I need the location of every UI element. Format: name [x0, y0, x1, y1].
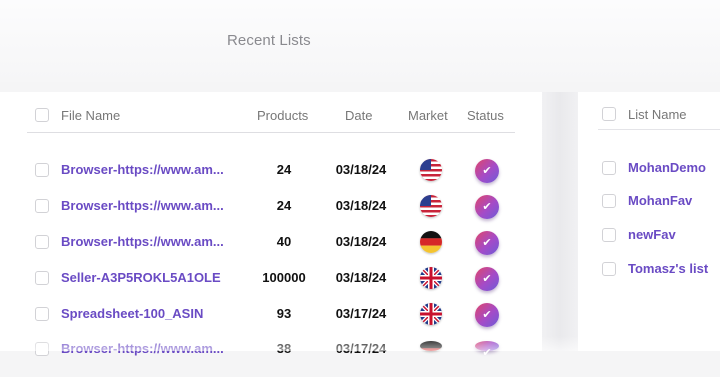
table-row[interactable]: Seller-A3P5ROKL5A1OLE 100000 03/18/24 ✔	[0, 267, 542, 306]
date-value: 03/18/24	[335, 198, 387, 213]
row-checkbox[interactable]	[35, 342, 49, 356]
file-name-link[interactable]: Browser-https://www.am...	[61, 234, 243, 249]
column-header-status[interactable]: Status	[467, 108, 504, 123]
uk-flag-icon	[420, 303, 442, 325]
favorite-list-link[interactable]: newFav	[628, 227, 676, 242]
favorite-lists-panel	[578, 92, 720, 351]
date-value: 03/18/24	[335, 270, 387, 285]
uk-flag-icon	[420, 267, 442, 289]
favorites-select-all-checkbox[interactable]	[602, 107, 616, 121]
status-complete-icon: ✔	[475, 195, 499, 219]
column-header-market[interactable]: Market	[408, 108, 448, 123]
header-divider	[27, 132, 515, 133]
products-count: 24	[276, 162, 292, 177]
header-bar	[0, 0, 720, 82]
column-header-date[interactable]: Date	[345, 108, 372, 123]
date-value: 03/17/24	[335, 306, 387, 321]
de-flag-icon	[420, 231, 442, 253]
section-title: Recent Lists	[227, 32, 311, 49]
products-count: 40	[276, 234, 292, 249]
de-flag-icon	[420, 341, 442, 351]
products-count: 38	[276, 341, 292, 356]
table-row[interactable]: Spreadsheet-100_ASIN 93 03/17/24 ✔	[0, 303, 542, 342]
status-complete-icon: ✔	[475, 303, 499, 327]
products-count: 24	[276, 198, 292, 213]
file-name-link[interactable]: Spreadsheet-100_ASIN	[61, 306, 243, 321]
table-row[interactable]: Browser-https://www.am... 40 03/18/24 ✔	[0, 231, 542, 270]
date-value: 03/18/24	[335, 162, 387, 177]
row-checkbox[interactable]	[35, 307, 49, 321]
file-name-link[interactable]: Seller-A3P5ROKL5A1OLE	[61, 270, 243, 285]
favorite-row-checkbox[interactable]	[602, 262, 616, 276]
date-value: 03/18/24	[335, 234, 387, 249]
column-header-file-name[interactable]: File Name	[61, 108, 120, 123]
favorite-row-checkbox[interactable]	[602, 161, 616, 175]
favorite-row-checkbox[interactable]	[602, 194, 616, 208]
favorites-header-divider	[598, 129, 720, 130]
products-count: 100000	[262, 270, 306, 285]
column-header-products[interactable]: Products	[257, 108, 308, 123]
select-all-checkbox[interactable]	[35, 108, 49, 122]
table-row[interactable]: Browser-https://www.am... 24 03/18/24 ✔	[0, 195, 542, 234]
row-checkbox[interactable]	[35, 163, 49, 177]
favorite-list-link[interactable]: MohanFav	[628, 193, 692, 208]
row-checkbox[interactable]	[35, 199, 49, 213]
products-count: 93	[276, 306, 292, 321]
column-header-list-name[interactable]: List Name	[628, 107, 687, 122]
table-row[interactable]: Browser-https://www.am... 24 03/18/24 ✔	[0, 159, 542, 198]
row-checkbox[interactable]	[35, 235, 49, 249]
status-complete-icon: ✔	[475, 267, 499, 291]
status-complete-icon: ✔	[475, 159, 499, 183]
favorite-list-link[interactable]: MohanDemo	[628, 160, 706, 175]
panel-gap	[542, 92, 578, 351]
file-name-link[interactable]: Browser-https://www.am...	[61, 341, 243, 356]
status-complete-icon: ✔	[475, 341, 499, 359]
us-flag-icon	[420, 195, 442, 217]
table-row[interactable]: Browser-https://www.am... 38 03/17/24 ✔	[0, 341, 542, 377]
favorite-list-link[interactable]: Tomasz's list	[628, 261, 708, 276]
favorite-row-checkbox[interactable]	[602, 228, 616, 242]
status-complete-icon: ✔	[475, 231, 499, 255]
us-flag-icon	[420, 159, 442, 181]
file-name-link[interactable]: Browser-https://www.am...	[61, 198, 243, 213]
file-name-link[interactable]: Browser-https://www.am...	[61, 162, 243, 177]
row-checkbox[interactable]	[35, 271, 49, 285]
date-value: 03/17/24	[335, 341, 387, 356]
